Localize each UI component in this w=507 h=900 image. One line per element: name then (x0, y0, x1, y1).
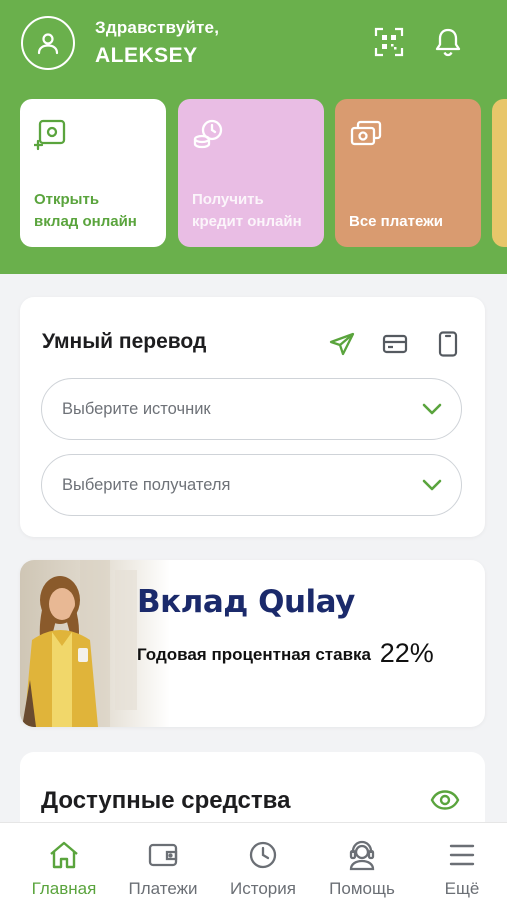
recipient-placeholder: Выберите получателя (62, 475, 231, 494)
bottom-tab-bar: Главная Платежи История Помощь Ещё (0, 822, 507, 900)
open-deposit-line1: Открыть (34, 191, 100, 208)
card-icon (382, 334, 408, 354)
all-payments-label: Все платежи (349, 213, 443, 230)
get-credit-label: Получить кредит онлайн (192, 189, 302, 233)
header: Здравствуйте, ALEKSEY Открыть вклад онла… (0, 0, 507, 274)
transfer-by-send-button[interactable] (328, 331, 356, 357)
clock-icon (249, 841, 277, 869)
tab-payments-label: Платежи (128, 879, 198, 898)
qr-scan-button[interactable] (373, 26, 405, 58)
send-icon (329, 332, 355, 356)
all-payments-card[interactable]: Все платежи (335, 99, 481, 247)
open-deposit-line2: вклад онлайн (34, 213, 137, 230)
tab-more[interactable]: Ещё (412, 839, 507, 899)
get-credit-line2: кредит онлайн (192, 213, 302, 230)
promo-banner[interactable]: Вклад Qulay Годовая процентная ставка 22… (20, 560, 485, 727)
notifications-button[interactable] (432, 26, 464, 58)
user-icon (37, 33, 59, 55)
tab-help[interactable]: Помощь (312, 839, 412, 899)
get-credit-card[interactable]: Получить кредит онлайн (178, 99, 324, 247)
transfer-by-phone-button[interactable] (434, 331, 462, 357)
get-credit-line1: Получить (192, 191, 264, 208)
phone-icon (438, 331, 458, 357)
chevron-down-icon (422, 403, 442, 415)
home-icon (50, 841, 78, 869)
chevron-down-icon (422, 479, 442, 491)
tab-home-label: Главная (31, 879, 97, 898)
greeting-text: Здравствуйте, (95, 18, 220, 37)
source-placeholder: Выберите источник (62, 399, 211, 418)
promo-rate-value: 22% (379, 638, 434, 668)
open-deposit-label: Открыть вклад онлайн (34, 189, 137, 233)
eye-icon[interactable] (430, 788, 460, 812)
promo-title: Вклад Qulay (137, 584, 355, 620)
available-funds-title: Доступные средства (41, 787, 291, 814)
payments-icon (350, 120, 382, 146)
qr-scan-icon (374, 27, 404, 57)
support-icon (349, 840, 375, 871)
smart-transfer-panel: Умный перевод Выберите источник Выберите… (20, 297, 485, 537)
more-actions-card[interactable] (492, 99, 507, 247)
avatar[interactable] (21, 16, 75, 70)
recipient-select[interactable]: Выберите получателя (41, 454, 462, 516)
smart-transfer-title: Умный перевод (42, 330, 207, 353)
quick-actions: Открыть вклад онлайн Получить кредит онл… (20, 99, 507, 247)
deposit-icon (32, 119, 66, 151)
tab-payments[interactable]: Платежи (113, 839, 213, 899)
transfer-by-card-button[interactable] (381, 331, 409, 357)
source-select[interactable]: Выберите источник (41, 378, 462, 440)
user-name: ALEKSEY (95, 44, 198, 67)
open-deposit-card[interactable]: Открыть вклад онлайн (20, 99, 166, 247)
tab-help-label: Помощь (329, 879, 395, 898)
menu-icon (449, 844, 475, 866)
bell-icon (435, 28, 461, 57)
promo-subtitle: Годовая процентная ставка 22% (137, 638, 434, 669)
wallet-icon (148, 843, 178, 867)
tab-history[interactable]: История (213, 839, 313, 899)
tab-history-label: История (230, 879, 296, 898)
tab-more-label: Ещё (444, 879, 480, 898)
promo-rate-label: Годовая процентная ставка (137, 645, 371, 664)
greeting: Здравствуйте, ALEKSEY (95, 18, 219, 68)
credit-icon (193, 119, 223, 149)
tab-home[interactable]: Главная (14, 839, 114, 899)
